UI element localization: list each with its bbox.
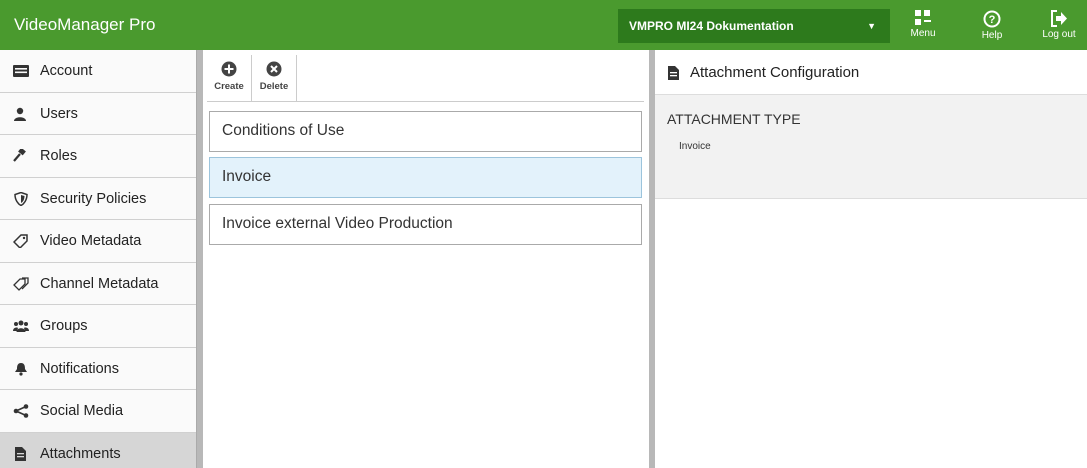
project-select-value: VMPRO MI24 Dokumentation [629,19,794,33]
grid-menu-icon [915,10,931,25]
list-item-label: Invoice [222,168,272,185]
create-button[interactable]: Create [207,55,252,101]
chevron-down-icon: ▼ [867,21,876,31]
svg-text:?: ? [989,14,996,26]
app-title: VideoManager Pro [14,15,156,34]
attachment-detail-panel: Attachment Configuration ATTACHMENT TYPE… [655,50,1087,468]
create-label: Create [214,81,244,92]
attachment-type-section: ATTACHMENT TYPE Invoice [655,95,1087,199]
logout-button[interactable]: Log out [1037,0,1081,50]
sidebar-item-account[interactable]: Account [0,50,196,93]
sidebar-item-users[interactable]: Users [0,92,196,135]
detail-header: Attachment Configuration [655,50,1087,95]
attachment-type-label: ATTACHMENT TYPE [667,111,801,127]
account-card-icon [13,65,29,77]
plus-circle-icon [221,61,237,77]
menu-button[interactable]: Menu [901,0,945,50]
logout-label: Log out [1042,29,1076,40]
help-button[interactable]: ? Help [970,0,1014,50]
sidebar-item-label: Users [40,105,78,122]
toolbar-separator [207,101,644,102]
sidebar-item-video-metadata[interactable]: Video Metadata [0,220,196,263]
bell-icon [15,362,27,376]
logout-icon [1051,10,1067,27]
help-label: Help [981,30,1003,41]
sidebar-item-groups[interactable]: Groups [0,305,196,348]
sidebar-item-label: Roles [40,148,78,164]
document-icon [15,446,26,461]
project-select[interactable]: VMPRO MI24 Dokumentation ▼ [618,9,890,43]
delete-label: Delete [259,81,289,92]
document-icon [668,66,679,80]
sidebar-item-notifications[interactable]: Notifications [0,347,196,390]
tags-icon [13,276,29,291]
gavel-icon [13,149,26,162]
menu-label: Menu [910,28,936,39]
sidebar: Account Users Roles Security Policies Vi… [0,50,197,468]
sidebar-item-label: Social Media [40,403,124,419]
top-bar: VideoManager Pro VMPRO MI24 Dokumentatio… [0,0,1087,50]
list-item-conditions-of-use[interactable]: Conditions of Use [209,111,642,152]
tag-icon [13,234,28,248]
remove-circle-icon [266,61,282,77]
group-icon [13,320,29,332]
detail-title: Attachment Configuration [690,64,860,81]
list-item-invoice-external-video-production[interactable]: Invoice external Video Production [209,204,642,245]
help-icon: ? [983,10,1001,28]
sidebar-item-channel-metadata[interactable]: Channel Metadata [0,262,196,305]
delete-button[interactable]: Delete [252,55,297,101]
sidebar-item-label: Attachments [40,445,121,462]
list-item-label: Conditions of Use [222,122,345,139]
user-icon [14,107,26,121]
list-item-invoice[interactable]: Invoice [209,157,642,198]
share-icon [13,404,29,418]
attachment-type-value: Invoice [679,141,711,152]
attachment-list-panel: Create Delete Conditions of Use Invoice … [203,50,649,468]
sidebar-item-label: Account [40,63,93,79]
list-toolbar: Create Delete [207,55,297,101]
sidebar-item-label: Channel Metadata [40,275,159,292]
sidebar-item-label: Security Policies [40,190,147,207]
sidebar-item-attachments[interactable]: Attachments [0,432,196,468]
list-item-label: Invoice external Video Production [222,215,453,232]
sidebar-item-social-media[interactable]: Social Media [0,390,196,433]
sidebar-item-label: Groups [40,318,88,334]
shield-icon [14,191,28,206]
sidebar-item-label: Notifications [40,360,119,377]
sidebar-item-security-policies[interactable]: Security Policies [0,177,196,220]
sidebar-item-roles[interactable]: Roles [0,135,196,178]
sidebar-item-label: Video Metadata [40,233,142,249]
